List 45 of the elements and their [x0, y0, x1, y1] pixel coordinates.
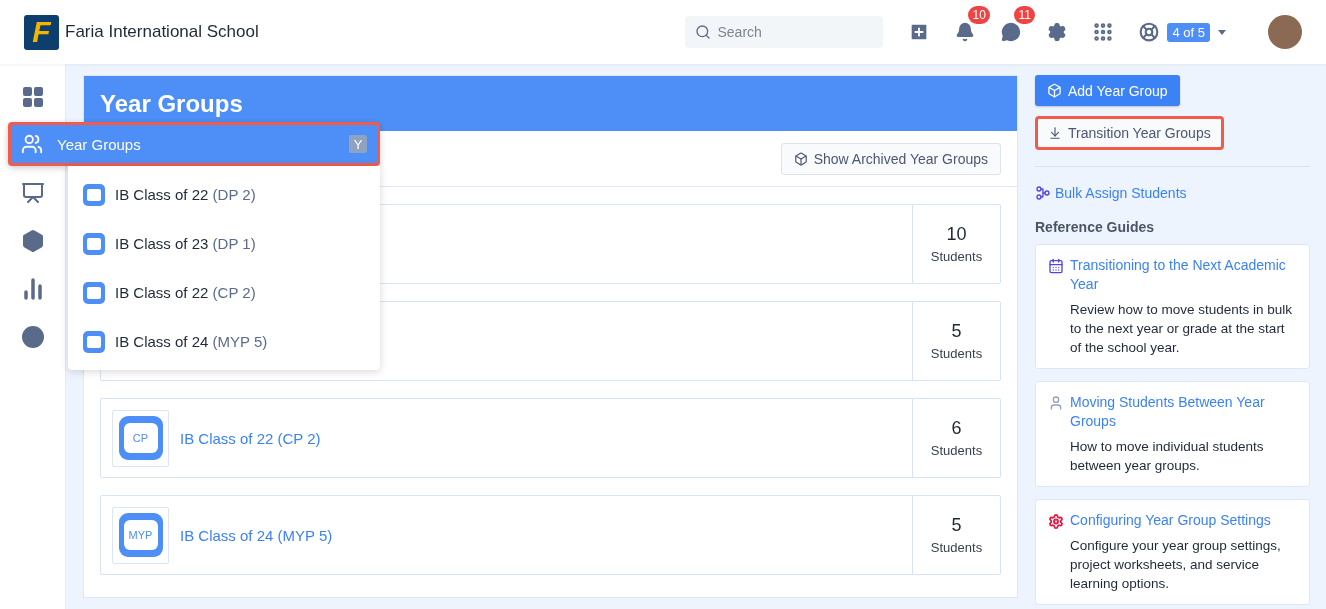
year-groups-menu-header[interactable]: Year Groups Y — [8, 122, 380, 166]
box-icon — [793, 151, 808, 166]
school-logo[interactable]: F — [24, 14, 59, 50]
transition-year-groups-button[interactable]: Transition Year Groups — [1035, 116, 1224, 150]
class-icon — [83, 232, 105, 255]
branch-icon — [1035, 185, 1051, 201]
guide-description: Configure your year group settings, project worksheets, and service learning options. — [1070, 537, 1282, 593]
search-field[interactable]: Search — [685, 16, 884, 48]
bulk-assign-link[interactable]: Bulk Assign Students — [1035, 185, 1310, 201]
notification-count: 10 — [968, 6, 990, 24]
year-group-icon: CP — [112, 409, 169, 467]
year-group-icon: MYP — [112, 506, 169, 564]
download-icon — [1048, 126, 1062, 140]
student-count-cell: 5 Students — [912, 302, 1000, 380]
menu-item[interactable]: IB Class of 22 (CP 2) — [68, 268, 380, 317]
year-group-link[interactable]: IB Class of 24 (MYP 5) — [180, 526, 333, 544]
student-count-cell: 10 Students — [912, 205, 1000, 283]
class-icon — [83, 330, 105, 353]
page-title: Year Groups — [84, 76, 1017, 131]
guide-link[interactable]: Moving Students Between Year Groups — [1070, 393, 1297, 431]
avatar[interactable] — [1268, 15, 1302, 49]
menu-item[interactable]: IB Class of 23 (DP 1) — [68, 219, 380, 268]
year-group-link[interactable]: IB Class of 22 (CP 2) — [180, 429, 321, 447]
guide-description: Review how to move students in bulk to the next year or grade at the start of the school year. — [1070, 301, 1294, 357]
guide-description: How to move individual students between year groups. — [1070, 438, 1265, 475]
shortcut-key: Y — [349, 135, 367, 153]
caret-icon[interactable] — [1218, 29, 1226, 35]
progress-count: 4 of 5 — [1167, 22, 1210, 42]
search-icon — [695, 24, 712, 40]
class-icon — [83, 183, 105, 206]
box-icon — [1047, 83, 1062, 98]
menu-item[interactable]: IB Class of 24 (MYP 5) — [68, 317, 380, 366]
show-archived-button[interactable]: Show Archived Year Groups — [780, 142, 1001, 175]
message-count: 11 — [1014, 6, 1035, 24]
guide-link[interactable]: Configuring Year Group Settings — [1070, 511, 1297, 530]
student-count-cell: 6 Students — [912, 399, 1000, 477]
group-icon — [21, 133, 43, 155]
guide-link[interactable]: Transitioning to the Next Academic Year — [1070, 256, 1297, 294]
student-count-cell: 5 Students — [912, 496, 1000, 574]
class-icon — [83, 281, 105, 304]
section-heading: Reference Guides — [1035, 219, 1156, 235]
add-year-group-button[interactable]: Add Year Group — [1035, 75, 1180, 106]
school-name: Faria International School — [65, 22, 259, 42]
presenter-icon[interactable] — [19, 180, 46, 206]
menu-item[interactable]: IB Class of 22 (DP 2) — [68, 170, 380, 219]
